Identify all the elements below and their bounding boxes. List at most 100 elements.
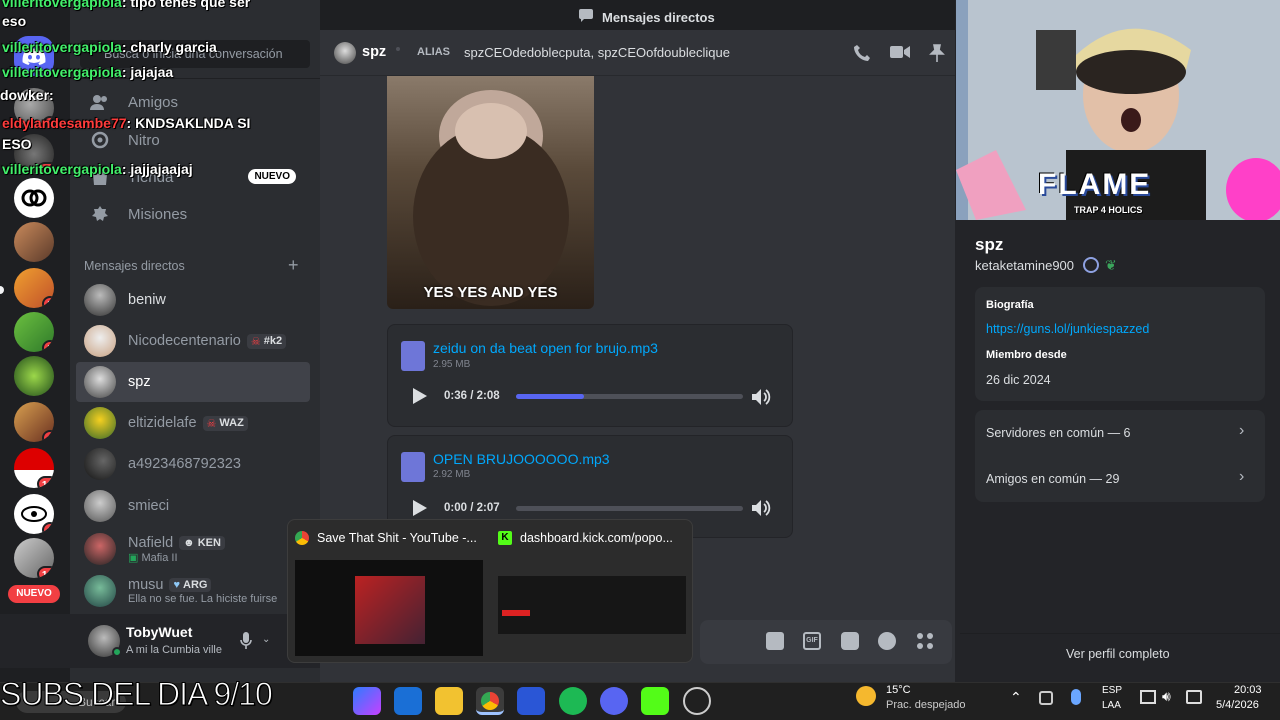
server-icon-8[interactable]: 1 — [14, 402, 54, 442]
view-full-profile-link[interactable]: Ver perfil completo — [1066, 647, 1170, 661]
voice-call-icon[interactable] — [853, 44, 871, 67]
kick-icon: K — [498, 531, 512, 545]
webcam-sign-sub: TRAP 4 HOLICS — [1074, 205, 1143, 215]
audio-progress[interactable] — [516, 506, 743, 511]
clan-tag-text: KEN — [197, 536, 221, 549]
dm-text: musu ♥ ARG Ella no se fue. La hiciste fui… — [128, 577, 277, 605]
dm-item[interactable]: beniw — [76, 280, 310, 320]
member-since-label: Miembro desde — [986, 349, 1067, 361]
apps-icon[interactable] — [916, 632, 934, 650]
weather-icon[interactable] — [856, 686, 876, 706]
audio-progress[interactable] — [516, 394, 743, 399]
copilot-icon[interactable] — [353, 687, 381, 715]
volume-icon[interactable] — [752, 388, 772, 411]
kick-taskbar-icon[interactable] — [641, 687, 669, 715]
outlook-icon[interactable] — [394, 687, 422, 715]
add-dm-button[interactable]: + — [288, 255, 299, 276]
weather-temp[interactable]: 15°C — [886, 684, 911, 696]
server-chanel[interactable] — [14, 178, 54, 218]
obs-icon[interactable] — [683, 687, 711, 715]
play-icon[interactable] — [413, 500, 427, 521]
game-icon: ▣ — [128, 551, 139, 564]
server-icon-11[interactable]: 14 — [14, 538, 54, 578]
nav-quests[interactable]: Misiones — [76, 194, 310, 234]
webcam-overlay: FLAME TRAP 4 HOLICS — [956, 0, 1280, 220]
file-name[interactable]: zeidu on da beat open for brujo.mp3 — [433, 340, 658, 356]
preview-title[interactable]: Save That Shit - YouTube -... — [317, 531, 477, 545]
chevron-right-icon: › — [1239, 468, 1245, 485]
chat-header: spz ALIAS spzCEOdedoblecputa, spzCEOofdo… — [320, 30, 955, 76]
header-name[interactable]: spz — [362, 44, 386, 60]
dm-item[interactable]: Nicodecentenario ☠ #k2 — [76, 321, 310, 361]
tray-chevron-up-icon[interactable]: ⌃ — [1010, 689, 1022, 706]
lang-primary[interactable]: ESP — [1102, 685, 1122, 696]
leaf-badge-icon[interactable]: ❦ — [1105, 257, 1117, 274]
nitro-badge-icon[interactable] — [1083, 257, 1099, 273]
overlay-msg: ESO — [2, 136, 32, 152]
message-composer[interactable]: GIF — [700, 620, 952, 664]
play-icon[interactable] — [413, 388, 427, 409]
video-call-icon[interactable] — [890, 45, 910, 64]
server-icon-9[interactable]: 16 — [14, 448, 54, 488]
bio-link[interactable]: https://guns.lol/junkiespazzed — [986, 322, 1149, 336]
spotify-icon[interactable] — [559, 687, 587, 715]
dm-item[interactable]: Nafield ☻ KEN ▣ Mafia II — [76, 527, 310, 571]
server-icon-5[interactable]: 5 — [14, 268, 54, 308]
chevron-right-icon: › — [1239, 422, 1245, 439]
mutual-servers-label: Servidores en común — 6 — [986, 426, 1131, 440]
clan-tag-text: WAZ — [219, 417, 244, 429]
overlay-user: villeritovergapiola — [2, 161, 122, 177]
alias-label: ALIAS — [417, 46, 450, 58]
tray-mic-icon[interactable] — [1071, 689, 1081, 705]
pin-icon[interactable] — [929, 44, 945, 67]
network-icon[interactable] — [1140, 690, 1156, 704]
dm-item[interactable]: eltizidelafe ☠ WAZ — [76, 403, 310, 443]
dm-item-selected[interactable]: spz — [76, 362, 310, 402]
clock-time[interactable]: 20:03 — [1234, 684, 1262, 696]
clock-date[interactable]: 5/4/2026 — [1216, 699, 1259, 711]
dm-item[interactable]: a4923468792323 — [76, 444, 310, 484]
overlay-user: villeritovergapiola — [2, 39, 122, 55]
friends-icon — [84, 86, 116, 118]
preview-thumb-kick[interactable] — [498, 576, 686, 634]
emoji-icon[interactable] — [878, 632, 896, 650]
tray-app-icon[interactable] — [1039, 691, 1053, 705]
server-icon-10[interactable]: 6 — [14, 494, 54, 534]
mutual-servers-row[interactable]: Servidores en común — 6 › — [975, 410, 1265, 456]
file-explorer-icon[interactable] — [435, 687, 463, 715]
chrome-taskbar-icon[interactable] — [476, 687, 504, 715]
mutual-friends-label: Amigos en común — 29 — [986, 472, 1120, 486]
discord-taskbar-icon[interactable] — [600, 687, 628, 715]
dm-item[interactable]: musu ♥ ARG Ella no se fue. La hiciste fui… — [76, 569, 310, 613]
unread-pill — [0, 286, 4, 294]
mutual-friends-row[interactable]: Amigos en común — 29 › — [975, 456, 1265, 502]
gift-icon[interactable] — [766, 632, 784, 650]
file-name[interactable]: OPEN BRUJOOOOOO.mp3 — [433, 451, 610, 467]
sticker-icon[interactable] — [841, 632, 859, 650]
server-icon-6[interactable]: 5 — [14, 312, 54, 352]
user-panel: TobyWuet A mi la Cumbia ville ⌄ ⌄ — [0, 614, 324, 668]
dm-activity-text: Mafia II — [141, 551, 178, 564]
weather-desc[interactable]: Prac. despejado — [886, 699, 966, 711]
preview-title[interactable]: dashboard.kick.com/popo... — [520, 531, 673, 545]
server-icon-7[interactable] — [14, 356, 54, 396]
audio-progress-fill — [516, 394, 585, 399]
volume-icon[interactable] — [752, 499, 772, 522]
lang-secondary[interactable]: LAA — [1102, 700, 1121, 711]
preview-thumb-tag — [502, 610, 530, 616]
avatar — [84, 448, 116, 480]
dm-item[interactable]: smieci — [76, 486, 310, 526]
preview-thumb-youtube[interactable] — [295, 560, 483, 656]
server-icon-4[interactable] — [14, 222, 54, 262]
speaker-icon[interactable]: 🔊︎ — [1162, 688, 1171, 705]
chevron-down-icon[interactable]: ⌄ — [262, 634, 270, 645]
profile-mutuals-card: Servidores en común — 6 › Amigos en comú… — [975, 410, 1265, 502]
unread-badge: 5 — [42, 296, 54, 308]
gif-icon[interactable]: GIF — [803, 632, 821, 650]
gif-embed[interactable]: YES YES AND YES — [387, 76, 594, 309]
mic-icon[interactable] — [240, 632, 252, 655]
store-icon[interactable] — [517, 687, 545, 715]
new-unreads-pill[interactable]: NUEVO — [8, 585, 60, 603]
unread-badge: 16 — [36, 476, 54, 488]
battery-icon[interactable] — [1186, 690, 1202, 704]
